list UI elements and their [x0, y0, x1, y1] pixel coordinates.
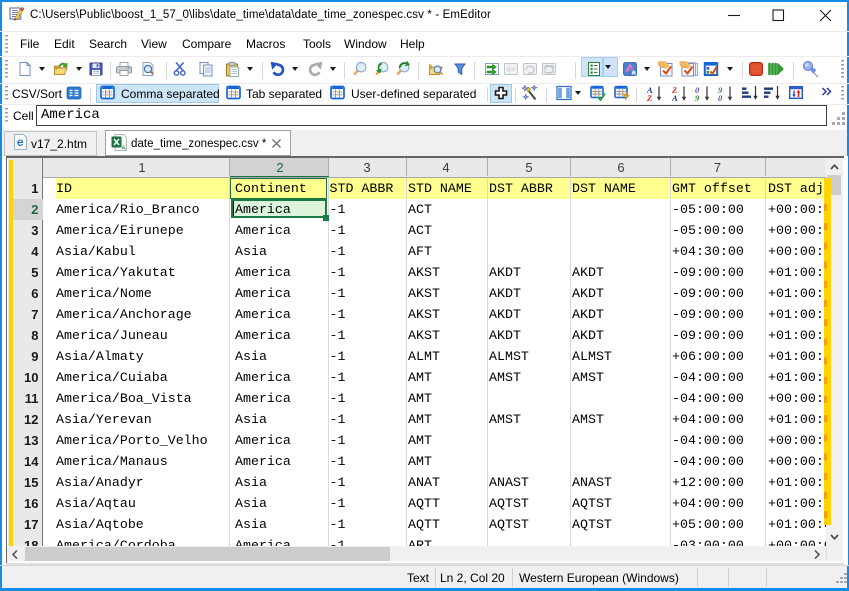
- svg-text:Z: Z: [647, 93, 652, 101]
- svg-text:9: 9: [695, 93, 700, 101]
- svg-text:e: e: [17, 135, 24, 149]
- svg-text:0: 0: [718, 93, 723, 101]
- svg-text:A: A: [672, 93, 678, 101]
- svg-text:x=: x=: [507, 65, 516, 74]
- svg-text:a,: a,: [121, 145, 126, 151]
